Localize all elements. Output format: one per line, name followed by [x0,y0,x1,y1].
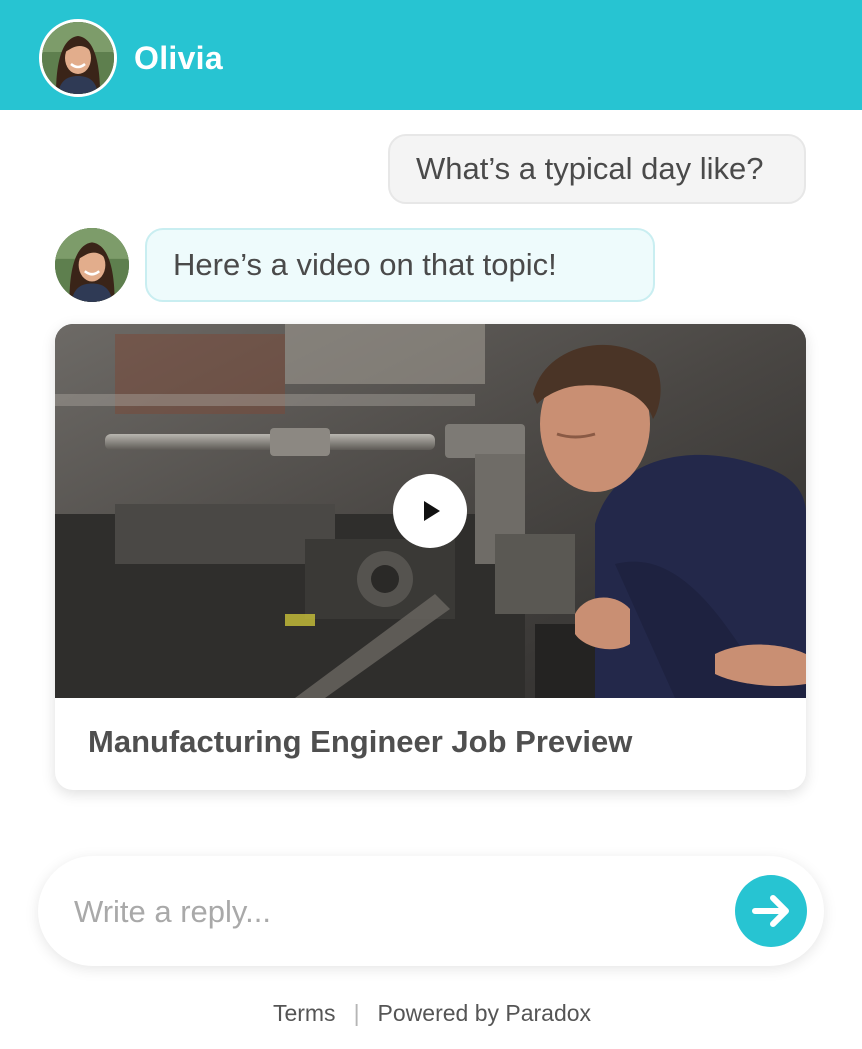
video-title[interactable]: Manufacturing Engineer Job Preview [88,724,632,760]
send-button[interactable] [735,875,807,947]
bot-message-bubble: Here’s a video on that topic! [145,228,655,302]
chat-header: Olivia [0,0,862,110]
reply-composer [38,856,824,966]
assistant-avatar-icon [39,19,117,97]
video-card[interactable]: Manufacturing Engineer Job Preview [55,324,806,790]
video-thumbnail[interactable] [55,324,806,698]
agent-name: Olivia [134,40,223,76]
reply-input[interactable] [74,884,694,940]
terms-link[interactable]: Terms [273,1000,336,1026]
chat-widget: Olivia What’s a typical day like? Here’s… [0,0,862,1049]
footer-separator: | [353,1000,360,1026]
powered-by-link[interactable]: Powered by Paradox [378,1000,592,1026]
footer: Terms | Powered by Paradox [0,1000,862,1032]
assistant-avatar-icon [55,228,129,302]
play-icon [424,501,440,521]
play-button[interactable] [393,474,467,548]
user-message-bubble: What’s a typical day like? [388,134,806,204]
arrow-right-icon [752,895,789,927]
